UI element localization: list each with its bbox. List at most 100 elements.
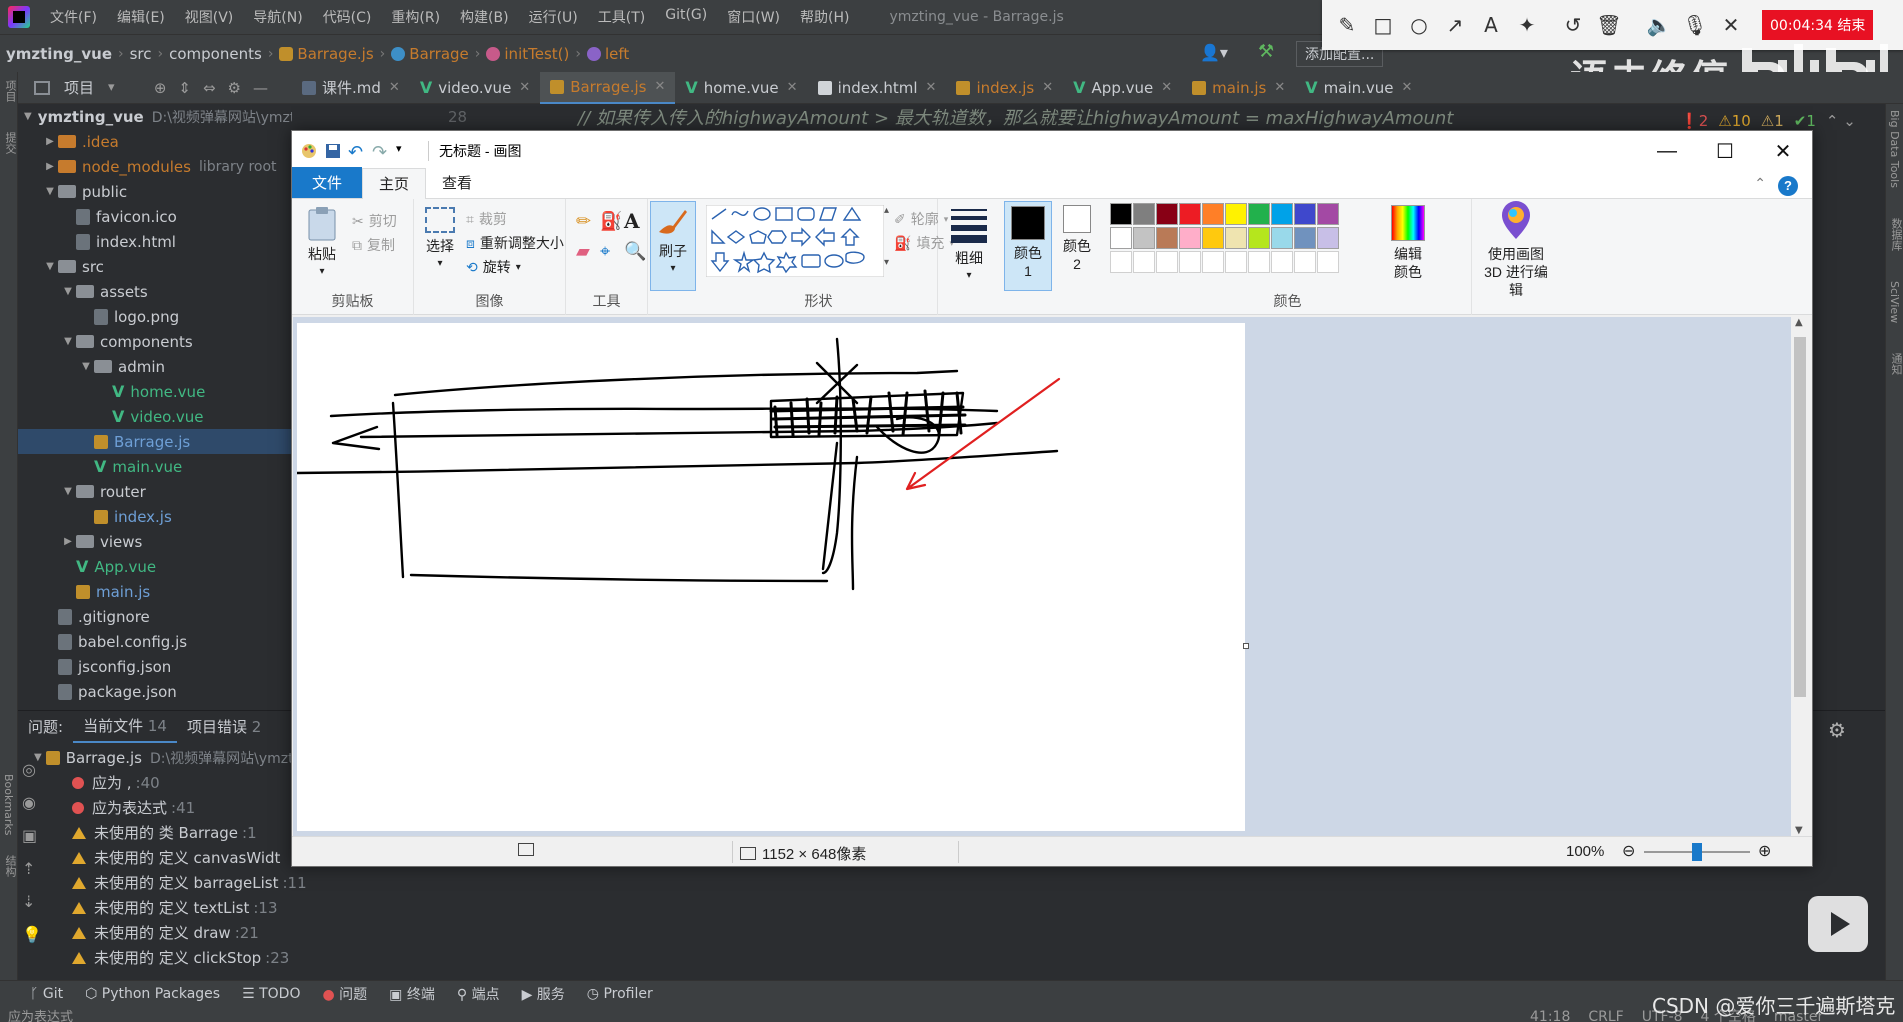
menu-item[interactable]: 重构(R): [381, 7, 450, 27]
text-icon[interactable]: A: [1476, 10, 1506, 40]
tree-item[interactable]: ▼ admin: [18, 354, 292, 379]
menu-item[interactable]: 运行(U): [519, 7, 588, 27]
shapes-more-icon[interactable]: ▾: [884, 257, 889, 268]
problem-item[interactable]: 未使用的 定义 clickStop:23: [40, 945, 600, 970]
pen-icon[interactable]: ✎: [1332, 10, 1362, 40]
palette-color-swatch[interactable]: [1317, 203, 1339, 225]
menu-item[interactable]: 构建(B): [450, 7, 519, 27]
tab-file[interactable]: 文件: [292, 167, 363, 198]
bottom-tool-2[interactable]: ☰ TODO: [242, 986, 300, 1002]
problem-item[interactable]: 未使用的 定义 barrageList:11: [40, 870, 600, 895]
tree-item[interactable]: ▼ router: [18, 479, 292, 504]
custom-color-slot[interactable]: [1110, 251, 1132, 273]
custom-color-slot[interactable]: [1202, 251, 1224, 273]
gear-icon[interactable]: ⚙: [228, 79, 253, 97]
tree-item[interactable]: ▼ ymzting_vue D:\视频弹幕网站\ymzting_vue: [18, 104, 292, 129]
tab-project-errors[interactable]: 项目错误 2: [177, 716, 271, 737]
problems-settings-icon[interactable]: ⚙: [1828, 718, 1846, 742]
custom-color-slot[interactable]: [1294, 251, 1316, 273]
problem-item[interactable]: 未使用的 定义 draw:21: [40, 920, 600, 945]
editor-tab[interactable]: 课件.md ✕: [292, 72, 410, 104]
close-icon[interactable]: ✕: [1716, 10, 1746, 40]
right-label-notifications[interactable]: 通知: [1888, 353, 1903, 375]
right-label-bigdata[interactable]: Big Data Tools: [1888, 110, 1901, 188]
expand-all-icon[interactable]: ⇕: [178, 79, 203, 97]
close-tab-icon[interactable]: ✕: [389, 80, 400, 95]
editor-tab[interactable]: Vmain.vue ✕: [1295, 72, 1422, 104]
tree-item[interactable]: Vmain.vue: [18, 454, 292, 479]
tree-item[interactable]: babel.config.js: [18, 629, 292, 654]
bottom-tool-1[interactable]: ⬡ Python Packages: [85, 986, 220, 1002]
menu-item[interactable]: 视图(V): [175, 7, 244, 27]
palette-color-swatch[interactable]: [1225, 227, 1247, 249]
save-icon[interactable]: [324, 142, 342, 160]
left-label-project[interactable]: 项目: [2, 80, 18, 102]
project-panel-title[interactable]: 项目: [64, 77, 94, 98]
custom-color-slot[interactable]: [1271, 251, 1293, 273]
tree-item[interactable]: jsconfig.json: [18, 654, 292, 679]
editor-tab[interactable]: index.html ✕: [808, 72, 947, 104]
custom-color-slot[interactable]: [1248, 251, 1270, 273]
breadcrumb-method[interactable]: initTest(): [504, 45, 569, 63]
editor-tab[interactable]: Barrage.js ✕: [540, 71, 676, 104]
palette-color-swatch[interactable]: [1294, 203, 1316, 225]
right-label-sciview[interactable]: SciView: [1888, 281, 1901, 323]
customize-qa-icon[interactable]: ▾: [396, 142, 414, 160]
breadcrumb-file[interactable]: Barrage.js: [297, 45, 373, 63]
color2-button[interactable]: 颜色 2: [1054, 205, 1100, 291]
tree-item[interactable]: favicon.ico: [18, 204, 292, 229]
code-comment[interactable]: // 如果传入传入的highwayAmount > 最大轨道数，那么就要让hig…: [578, 104, 1453, 130]
palette-color-swatch[interactable]: [1225, 203, 1247, 225]
scroll-thumb[interactable]: [1794, 337, 1806, 697]
close-tab-icon[interactable]: ✕: [1161, 80, 1172, 95]
tree-item[interactable]: ▶ views: [18, 529, 292, 554]
breadcrumb-project[interactable]: ymzting_vue: [6, 45, 112, 63]
redo-icon[interactable]: ↷: [372, 142, 390, 162]
vertical-scrollbar[interactable]: ▲ ▼: [1791, 317, 1809, 836]
palette-color-swatch[interactable]: [1156, 227, 1178, 249]
tree-item[interactable]: ▶ .idea: [18, 129, 292, 154]
left-label-bookmarks[interactable]: Bookmarks: [2, 774, 15, 835]
palette-color-swatch[interactable]: [1133, 203, 1155, 225]
zoom-out-icon[interactable]: ⊖: [1622, 841, 1635, 861]
editor-tab[interactable]: Vvideo.vue ✕: [410, 72, 540, 104]
custom-color-slot[interactable]: [1225, 251, 1247, 273]
menu-item[interactable]: 代码(C): [313, 7, 382, 27]
tree-item[interactable]: .gitignore: [18, 604, 292, 629]
menu-item[interactable]: 窗口(W): [717, 7, 790, 27]
preview-icon[interactable]: ▣: [22, 826, 40, 845]
breadcrumb-src[interactable]: src: [130, 45, 152, 63]
crop-button[interactable]: ⌗ 裁剪: [466, 209, 507, 229]
problem-item[interactable]: 未使用的 定义 textList:13: [40, 895, 600, 920]
left-label-structure[interactable]: 结构: [2, 855, 18, 877]
user-icon[interactable]: 👤▾: [1200, 43, 1228, 62]
select-button[interactable]: 选择 ▾: [420, 205, 460, 273]
shapes-scroll-up-icon[interactable]: ▴: [884, 205, 889, 216]
fill-bucket-icon[interactable]: ⛽: [600, 211, 622, 232]
magic-wand-icon[interactable]: ✦: [1512, 10, 1542, 40]
palette-color-swatch[interactable]: [1179, 227, 1201, 249]
close-tab-icon[interactable]: ✕: [787, 80, 798, 95]
build-hammer-icon[interactable]: ⚒: [1258, 41, 1274, 62]
zoom-in-icon[interactable]: ⊕: [1758, 841, 1771, 861]
tab-current-file[interactable]: 当前文件 14: [73, 711, 177, 743]
bottom-tool-3[interactable]: ● 问题: [322, 984, 367, 1004]
editor-tab[interactable]: V App.vue ✕: [1063, 72, 1182, 104]
eye-icon[interactable]: ◉: [22, 793, 40, 812]
tree-item[interactable]: ▼ components: [18, 329, 292, 354]
palette-color-swatch[interactable]: [1179, 203, 1201, 225]
palette-color-swatch[interactable]: [1294, 227, 1316, 249]
palette-color-swatch[interactable]: [1110, 227, 1132, 249]
breadcrumb-class[interactable]: Barrage: [409, 45, 469, 63]
bottom-tool-7[interactable]: ◷ Profiler: [587, 986, 653, 1002]
palette-color-swatch[interactable]: [1317, 227, 1339, 249]
recording-timer-button[interactable]: 00:04:34 结束: [1762, 10, 1874, 40]
menu-item[interactable]: 编辑(E): [107, 7, 175, 27]
copy-button[interactable]: ⧉ 复制: [352, 235, 395, 255]
zoom-slider-thumb[interactable]: [1692, 843, 1702, 861]
microphone-icon[interactable]: 🎙: [1680, 10, 1710, 40]
menu-item[interactable]: Git(G): [655, 7, 717, 27]
nav-arrows[interactable]: ⌃ ⌄: [1826, 112, 1856, 130]
menu-item[interactable]: 帮助(H): [790, 7, 859, 27]
resize-button[interactable]: ⧈ 重新调整大小: [466, 233, 564, 253]
